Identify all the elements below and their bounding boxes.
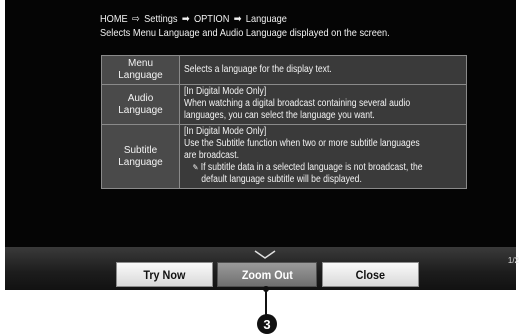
row-value-subtitle-language: [In Digital Mode Only] Use the Subtitle … <box>179 124 467 189</box>
row-label-subtitle-language: Subtitle Language <box>101 124 180 189</box>
subtitle-note: ✎ If subtitle data in a selected languag… <box>192 162 423 173</box>
table-row: Audio Language [In Digital Mode Only] Wh… <box>101 84 467 125</box>
language-info-table: Menu Language Selects a language for the… <box>101 55 467 189</box>
breadcrumb-language: Language <box>245 13 287 25</box>
callout-number-badge: 3 <box>257 314 277 334</box>
breadcrumb: HOME ⇨ Settings ➡ OPTION ➡ Language <box>100 13 287 26</box>
chevron-down-icon[interactable] <box>254 250 276 260</box>
row-label-audio-language: Audio Language <box>101 84 180 125</box>
callout-line <box>265 290 267 316</box>
breadcrumb-arrow-icon: ➡ <box>181 13 190 25</box>
row-value-menu-language: Selects a language for the display text. <box>179 55 467 85</box>
memo-icon: ✎ <box>192 163 199 172</box>
page-description: Selects Menu Language and Audio Language… <box>100 27 390 39</box>
row-label-menu-language: Menu Language <box>101 55 180 85</box>
breadcrumb-separator-icon: ⇨ <box>132 13 140 25</box>
breadcrumb-arrow-icon: ➡ <box>233 13 242 25</box>
table-row: Subtitle Language [In Digital Mode Only]… <box>101 124 467 189</box>
page-indicator: 1/2 <box>507 256 519 265</box>
zoom-out-button[interactable]: Zoom Out <box>217 262 317 287</box>
breadcrumb-home: HOME <box>100 13 128 25</box>
row-value-audio-language: [In Digital Mode Only] When watching a d… <box>179 84 467 125</box>
breadcrumb-settings: Settings <box>144 13 178 25</box>
close-button[interactable]: Close <box>322 262 419 287</box>
breadcrumb-option: OPTION <box>193 13 230 25</box>
try-now-button[interactable]: Try Now <box>116 262 213 287</box>
table-row: Menu Language Selects a language for the… <box>101 55 467 85</box>
